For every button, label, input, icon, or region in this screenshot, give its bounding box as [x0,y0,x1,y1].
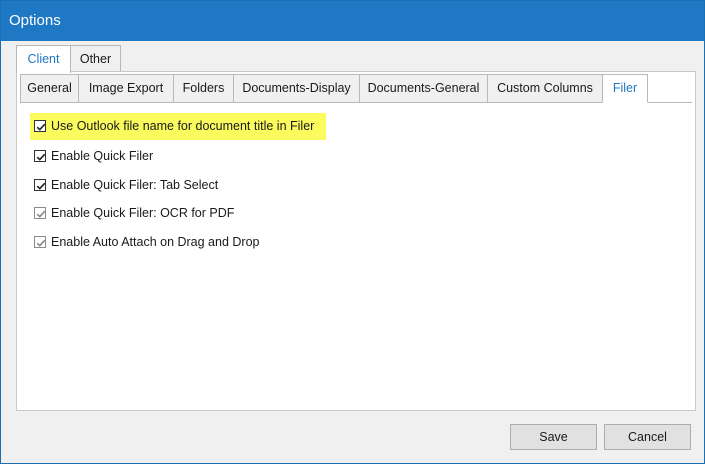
checkbox-checked-icon[interactable] [34,179,46,191]
options-dialog: Options Client Other General Image Expor… [0,0,705,464]
tab-image-export[interactable]: Image Export [78,74,174,103]
checkbox-checked-disabled-icon[interactable] [34,207,46,219]
client-tab-panel: General Image Export Folders Documents-D… [16,71,696,411]
option-label: Enable Auto Attach on Drag and Drop [51,235,260,249]
option-label: Enable Quick Filer: OCR for PDF [51,206,235,220]
tab-other[interactable]: Other [70,45,121,71]
cancel-button[interactable]: Cancel [604,424,691,450]
tab-custom-columns[interactable]: Custom Columns [487,74,603,103]
window-title: Options [9,12,61,29]
tab-documents-display[interactable]: Documents-Display [233,74,360,103]
checkbox-checked-disabled-icon[interactable] [34,236,46,248]
option-quick-filer-ocr-pdf[interactable]: Enable Quick Filer: OCR for PDF [34,204,234,222]
tab-filer[interactable]: Filer [602,74,648,103]
option-label: Use Outlook file name for document title… [51,119,315,133]
option-quick-filer-tab-select[interactable]: Enable Quick Filer: Tab Select [34,176,218,194]
tab-general[interactable]: General [20,74,79,103]
option-label: Enable Quick Filer [51,149,154,163]
option-enable-quick-filer[interactable]: Enable Quick Filer [34,147,153,165]
option-label: Enable Quick Filer: Tab Select [51,178,219,192]
checkbox-checked-icon[interactable] [34,150,46,162]
tab-folders[interactable]: Folders [173,74,234,103]
option-use-outlook-file-name[interactable]: Use Outlook file name for document title… [30,113,327,140]
title-bar[interactable]: Options [1,1,704,41]
save-button[interactable]: Save [510,424,597,450]
checkbox-checked-icon[interactable] [34,120,46,132]
tab-documents-general[interactable]: Documents-General [359,74,488,103]
filer-tab-panel: Use Outlook file name for document title… [20,102,692,406]
tab-client[interactable]: Client [16,45,71,73]
option-auto-attach-drag-drop[interactable]: Enable Auto Attach on Drag and Drop [34,233,259,251]
